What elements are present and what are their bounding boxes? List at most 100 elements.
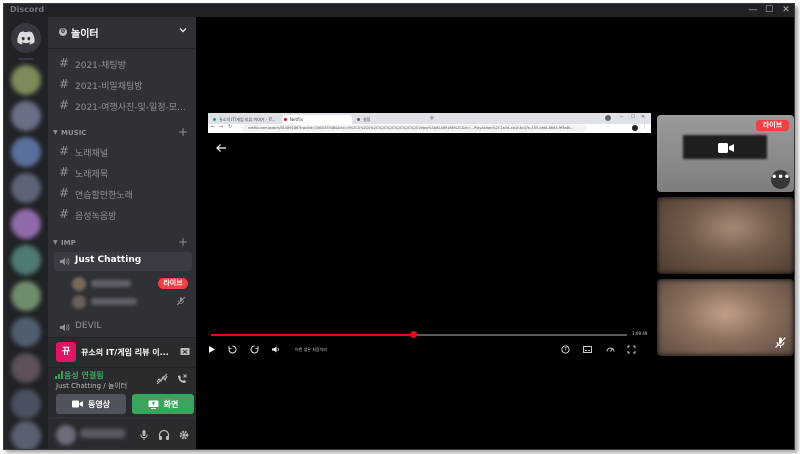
- new-tab-icon[interactable]: +: [429, 114, 435, 122]
- channel-item[interactable]: # 2021-여행사진-및-일정-모...: [54, 97, 192, 116]
- maximize-button[interactable]: ☐: [762, 4, 776, 17]
- member-name: [91, 280, 131, 287]
- channel-name: 2021-여행사진-및-일정-모...: [75, 103, 186, 113]
- chevron-down-icon: [179, 28, 187, 33]
- add-channel-icon[interactable]: +: [178, 235, 188, 249]
- server-icon[interactable]: [11, 317, 41, 347]
- close-browser-icon[interactable]: ✕: [641, 114, 645, 120]
- more-options-icon[interactable]: •••: [771, 170, 790, 189]
- server-icon[interactable]: [11, 137, 41, 167]
- browser-forward-icon[interactable]: →: [219, 124, 223, 130]
- voice-status[interactable]: 음성 연결됨: [64, 370, 104, 381]
- participant-tile-screen[interactable]: 라이브 •••: [657, 115, 794, 192]
- microphone-icon[interactable]: [138, 429, 150, 441]
- channel-item[interactable]: # 2021-채팅방: [54, 55, 192, 74]
- video-button-label: 동영상: [87, 399, 111, 409]
- voice-location: Just Chatting / 놀이터: [56, 382, 128, 390]
- progress-bar[interactable]: [211, 331, 627, 338]
- discord-home-button[interactable]: [11, 23, 41, 53]
- help-icon[interactable]: ?: [561, 345, 570, 354]
- user-name: [80, 429, 125, 438]
- hashtag-icon: #: [59, 165, 70, 179]
- chevron-down-icon: ▼: [53, 239, 58, 246]
- browser-toolbar: ← → ↻ netflix.com/watch/81489186?trackId…: [208, 124, 651, 133]
- minimize-browser-icon[interactable]: –: [620, 113, 623, 120]
- forward-10-icon[interactable]: [250, 345, 259, 354]
- voice-channel-just-chatting[interactable]: Just Chatting: [54, 252, 192, 271]
- rewind-10-icon[interactable]: [228, 345, 237, 354]
- browser-back-icon[interactable]: ←: [211, 124, 215, 130]
- tab-label: 뀨소의 IT/게임 리뷰 이야기 - IT...: [219, 117, 276, 122]
- signal-icon: [55, 371, 63, 379]
- playback-speed-icon[interactable]: [606, 345, 615, 354]
- voice-channel-devil[interactable]: DEVIL: [54, 318, 192, 337]
- channel-item[interactable]: # 노래제목: [54, 164, 192, 183]
- fullscreen-icon[interactable]: [627, 345, 636, 354]
- avatar[interactable]: [56, 425, 76, 445]
- progress-fill: [211, 334, 413, 336]
- add-channel-icon[interactable]: +: [178, 125, 188, 139]
- back-arrow-icon[interactable]: [215, 143, 227, 153]
- chevron-down-icon: ▼: [53, 129, 58, 136]
- close-button[interactable]: ✕: [779, 4, 793, 17]
- account-icon[interactable]: [632, 125, 638, 131]
- server-icon[interactable]: [11, 281, 41, 311]
- server-icon[interactable]: [11, 389, 41, 419]
- browser-tab-active[interactable]: Netflix: [282, 115, 352, 124]
- subtitles-icon[interactable]: [583, 345, 592, 354]
- channel-name: 노래채널: [75, 149, 109, 159]
- disconnect-call-icon[interactable]: [176, 373, 188, 385]
- minimize-button[interactable]: —: [746, 4, 760, 17]
- channel-name: 2021-채팅방: [75, 61, 126, 71]
- browser-tab[interactable]: 뀨소의 IT/게임 리뷰 이야기 - IT...: [211, 115, 279, 124]
- participant-tile[interactable]: [657, 197, 794, 274]
- server-icon[interactable]: [11, 173, 41, 203]
- gear-icon[interactable]: [178, 429, 190, 441]
- channel-item[interactable]: # 2021-비밀채팅방: [54, 76, 192, 95]
- guild-boost-badge: 0: [59, 28, 67, 36]
- menu-icon[interactable]: ⋮: [642, 124, 647, 130]
- hashtag-icon: #: [59, 207, 70, 221]
- favicon-icon: [213, 118, 216, 121]
- category-imp[interactable]: ▼ IMP +: [52, 235, 192, 250]
- main-stream-view[interactable]: 뀨소의 IT/게임 리뷰 이야기 - IT... Netflix 설정 + – …: [208, 113, 651, 358]
- channel-item[interactable]: # 노래채널: [54, 143, 192, 162]
- discord-window: Discord — ☐ ✕ 0 놀이터 # 2021-채팅방 # 2021-비밀…: [3, 3, 795, 450]
- channel-item[interactable]: # 음성녹음방: [54, 206, 192, 225]
- guild-header[interactable]: 0 놀이터: [48, 17, 196, 49]
- reload-icon[interactable]: ↻: [228, 124, 232, 130]
- server-icon[interactable]: [11, 421, 41, 449]
- avatar: [72, 295, 86, 309]
- speaker-icon: [59, 323, 70, 332]
- channel-sidebar: 0 놀이터 # 2021-채팅방 # 2021-비밀채팅방 # 2021-여행사…: [48, 17, 196, 449]
- headphones-icon[interactable]: [158, 429, 170, 441]
- category-music[interactable]: ▼ MUSIC +: [52, 125, 192, 140]
- server-icon[interactable]: [11, 353, 41, 383]
- voice-member[interactable]: [72, 295, 188, 309]
- server-icon[interactable]: [11, 65, 41, 95]
- progress-scrubber[interactable]: [410, 331, 417, 338]
- volume-icon[interactable]: [271, 345, 280, 354]
- category-name: MUSIC: [61, 129, 87, 137]
- server-icon[interactable]: [11, 101, 41, 131]
- server-icon[interactable]: [11, 209, 41, 239]
- play-icon[interactable]: [207, 345, 216, 354]
- episode-title: 이번 생은 처음이라: [295, 347, 327, 352]
- live-badge: 라이브: [756, 120, 789, 131]
- address-bar[interactable]: netflix.com/watch/81489186?trackId=26003…: [242, 125, 587, 132]
- maximize-browser-icon[interactable]: ☐: [631, 114, 635, 120]
- stop-stream-icon[interactable]: [180, 347, 190, 357]
- voice-member[interactable]: 라이브: [72, 277, 188, 291]
- browser-tab[interactable]: 설정: [355, 115, 425, 124]
- video-button[interactable]: 동영상: [56, 394, 126, 414]
- server-icon[interactable]: [11, 245, 41, 275]
- channel-item[interactable]: # 연습할만한노래: [54, 185, 192, 204]
- participant-tile[interactable]: [657, 279, 794, 356]
- channel-name: DEVIL: [75, 321, 102, 331]
- app-title: Discord: [10, 5, 45, 14]
- screen-share-button[interactable]: 화면: [132, 394, 194, 414]
- stream-panel[interactable]: 뀨 뀨소의 IT/게임 리뷰 이...: [48, 337, 196, 367]
- title-bar: Discord — ☐ ✕: [4, 4, 794, 17]
- noise-suppression-icon[interactable]: [156, 373, 168, 385]
- profile-icon[interactable]: [605, 115, 611, 121]
